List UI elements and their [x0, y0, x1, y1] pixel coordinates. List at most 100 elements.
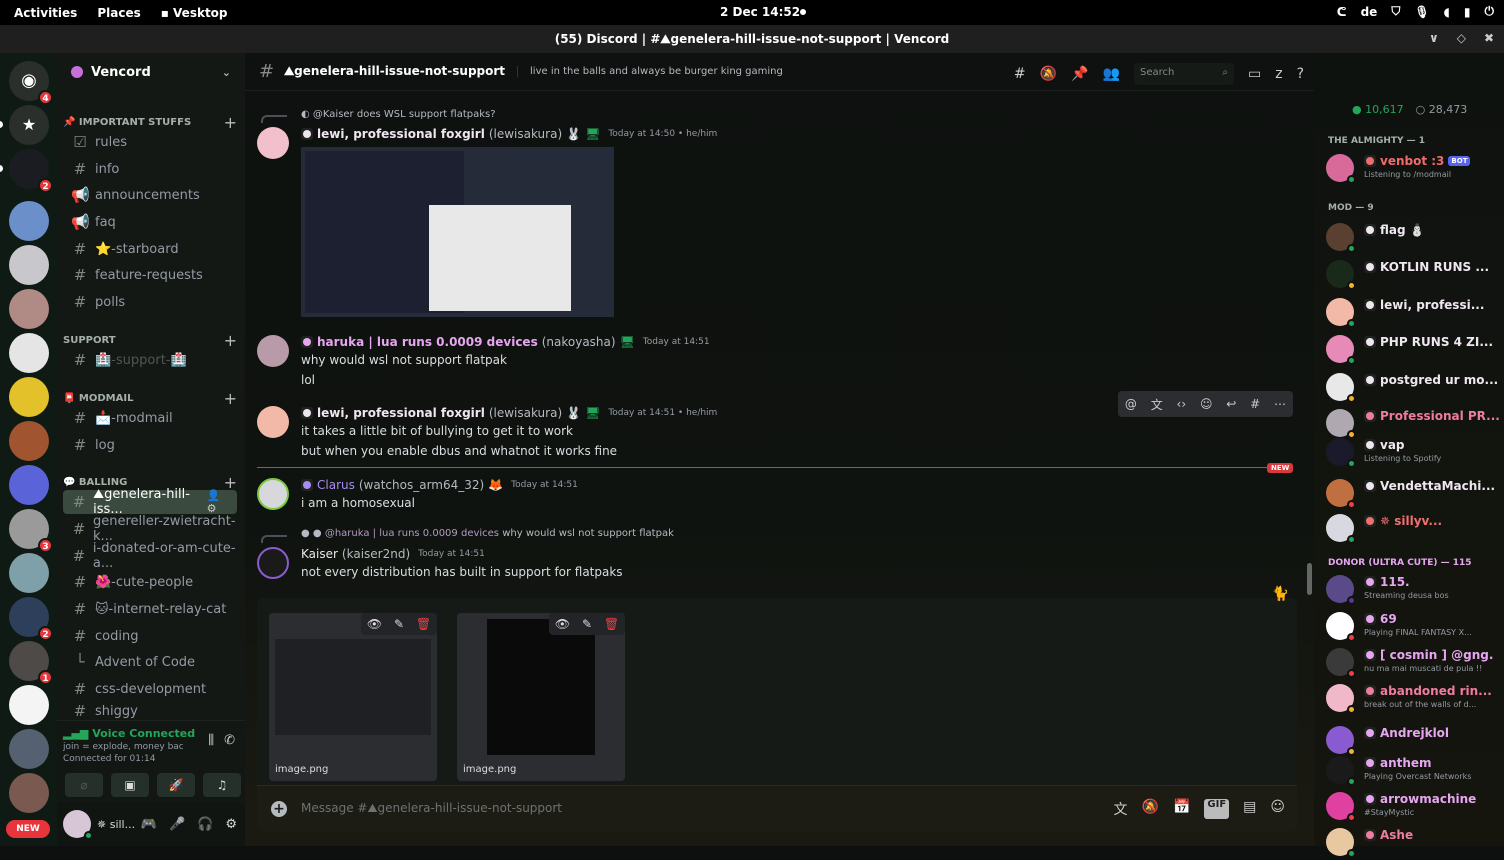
server-icon[interactable]: [9, 289, 49, 329]
gif-icon[interactable]: GIF: [1204, 798, 1230, 819]
pencil-icon[interactable]: ✎: [394, 617, 404, 631]
username[interactable]: Clarus: [317, 478, 355, 492]
username[interactable]: ✵ sill...: [97, 818, 135, 831]
noise-suppression-icon[interactable]: ⫼: [208, 733, 214, 748]
reply-preview[interactable]: ● ● @haruka | lua runs 0.0009 devices wh…: [301, 528, 674, 539]
attachment-card[interactable]: 👁 ✎ 🗑 image.png: [457, 613, 625, 781]
scrollbar[interactable]: [1307, 563, 1312, 595]
power-icon[interactable]: ⏻: [1485, 4, 1495, 19]
pin-icon[interactable]: 📌: [1071, 66, 1088, 82]
channel-faq[interactable]: 📢 faq: [63, 210, 237, 234]
image-embed[interactable]: [301, 147, 614, 317]
vencord-server-icon[interactable]: [9, 465, 49, 505]
member-item[interactable]: vap Listening to Spotify: [1326, 438, 1500, 470]
threads-icon[interactable]: #: [1014, 66, 1026, 82]
translate-icon[interactable]: 文: [1114, 799, 1128, 819]
maximize-button[interactable]: ◇: [1457, 31, 1466, 45]
voice-status[interactable]: ▂▄▆ Voice Connected: [63, 727, 195, 740]
member-item[interactable]: PHP RUNS 4 ZI...: [1326, 335, 1500, 367]
emoji-icon[interactable]: ☺: [1270, 799, 1285, 819]
member-item[interactable]: Professional PR...: [1326, 409, 1500, 441]
avatar[interactable]: [257, 547, 289, 579]
places-menu[interactable]: Places: [97, 6, 140, 20]
sleeping-cat-icon[interactable]: z: [1275, 66, 1282, 82]
member-item[interactable]: anthem Playing Overcast Networks: [1326, 756, 1500, 788]
minimize-button[interactable]: ∨: [1429, 31, 1439, 45]
message-input[interactable]: Message #⛰genelera-hill-issue-not-suppor…: [301, 801, 562, 816]
channel-polls[interactable]: # polls: [63, 290, 237, 314]
inbox-icon[interactable]: ▭: [1248, 66, 1261, 82]
server-icon[interactable]: [9, 333, 49, 373]
shield-icon[interactable]: ⛉: [1391, 4, 1400, 19]
channel-support[interactable]: # 🏥-support-🏥: [63, 348, 237, 372]
app-menu[interactable]: ▪ Vesktop: [161, 6, 228, 20]
member-item[interactable]: KOTLIN RUNS ...: [1326, 260, 1500, 292]
eye-icon[interactable]: 👁: [367, 617, 382, 631]
channel-coding[interactable]: # coding: [63, 624, 237, 648]
reply-preview[interactable]: ◐ @Kaiser does WSL support flatpaks?: [301, 109, 496, 120]
server-icon[interactable]: [9, 377, 49, 417]
close-button[interactable]: ✖: [1484, 31, 1494, 45]
channel-info[interactable]: # info: [63, 157, 237, 181]
server-header[interactable]: Vencord ⌄: [57, 53, 245, 91]
schedule-icon[interactable]: 📅: [1173, 799, 1190, 819]
member-item[interactable]: 115. Streaming deusa bos: [1326, 575, 1500, 607]
trash-icon[interactable]: 🗑: [416, 617, 431, 631]
volume-icon[interactable]: ◖: [1444, 5, 1450, 19]
member-item[interactable]: lewi, professi...: [1326, 298, 1500, 330]
channel-css-development[interactable]: # css-development: [63, 677, 237, 701]
channel-topic[interactable]: live in the balls and always be burger k…: [517, 66, 783, 77]
eye-icon[interactable]: 👁: [555, 617, 570, 631]
server-icon[interactable]: 3: [9, 509, 53, 553]
gear-icon[interactable]: ⚙: [225, 817, 237, 832]
silent-message-icon[interactable]: 🔕: [1142, 799, 1159, 819]
username[interactable]: Kaiser: [301, 547, 338, 561]
server-icon[interactable]: [9, 729, 49, 769]
member-item[interactable]: 69 Playing FINAL FANTASY X...: [1326, 612, 1500, 644]
avatar[interactable]: [257, 406, 289, 438]
upload-plus-icon[interactable]: +: [271, 800, 287, 817]
channel-cute-people[interactable]: # 🌺-cute-people: [63, 570, 237, 594]
channel-rules[interactable]: ☑ rules: [63, 130, 237, 154]
server-icon[interactable]: 2: [9, 149, 53, 193]
attachment-card[interactable]: 👁 ✎ 🗑 image.png: [269, 613, 437, 781]
member-item[interactable]: Ashe: [1326, 828, 1500, 860]
channel-internet-relay-cat[interactable]: # 🐱-internet-relay-cat: [63, 597, 237, 621]
username[interactable]: haruka | lua runs 0.0009 devices: [317, 335, 538, 349]
trash-icon[interactable]: 🗑: [604, 617, 619, 631]
channel-modmail[interactable]: # 📩-modmail: [63, 406, 237, 430]
server-icon[interactable]: 2: [9, 597, 53, 641]
channel-log[interactable]: # log: [63, 433, 237, 457]
new-unreads-pill[interactable]: NEW: [6, 820, 50, 838]
channel-genereller[interactable]: # genereller-zwietracht-k...: [63, 514, 237, 544]
help-icon[interactable]: ?: [1297, 66, 1304, 82]
members-icon[interactable]: 👥: [1103, 66, 1120, 82]
sticker-icon[interactable]: ▤: [1243, 799, 1256, 819]
avatar[interactable]: [257, 478, 289, 510]
gamepad-icon[interactable]: 🎮: [141, 817, 157, 832]
vencord-tray-icon[interactable]: ᕦ: [1337, 5, 1347, 19]
thread-advent-of-code[interactable]: └ Advent of Code: [63, 650, 237, 674]
server-icon[interactable]: [9, 553, 49, 593]
server-icon[interactable]: [9, 685, 49, 725]
channel-starboard[interactable]: # ⭐-starboard: [63, 237, 237, 261]
member-item[interactable]: Andrejklol: [1326, 726, 1500, 758]
avatar[interactable]: [63, 810, 93, 840]
activities-button[interactable]: Activities: [14, 6, 77, 20]
member-item[interactable]: abandoned rin... break out of the walls o…: [1326, 684, 1500, 716]
microphone-icon[interactable]: 🎤: [169, 817, 185, 832]
channel-shiggy[interactable]: # shiggy: [63, 704, 237, 718]
mute-bell-icon[interactable]: 🔕: [1040, 66, 1057, 82]
server-icon[interactable]: [9, 201, 49, 241]
invite-icon[interactable]: 👤: [207, 489, 221, 502]
member-item[interactable]: VendettaMachi...: [1326, 479, 1500, 511]
favorites-button[interactable]: ★: [9, 105, 49, 145]
channel-feature-requests[interactable]: # feature-requests: [63, 263, 237, 287]
server-icon[interactable]: [9, 245, 49, 285]
disconnect-icon[interactable]: ✆: [224, 733, 235, 748]
member-item[interactable]: flag ⛄: [1326, 223, 1500, 255]
mic-level-icon[interactable]: ▮: [1464, 5, 1471, 19]
camera-button[interactable]: ⌀: [65, 773, 103, 797]
avatar[interactable]: [257, 335, 289, 367]
voice-channel[interactable]: join = explode, money back i...: [63, 742, 183, 752]
